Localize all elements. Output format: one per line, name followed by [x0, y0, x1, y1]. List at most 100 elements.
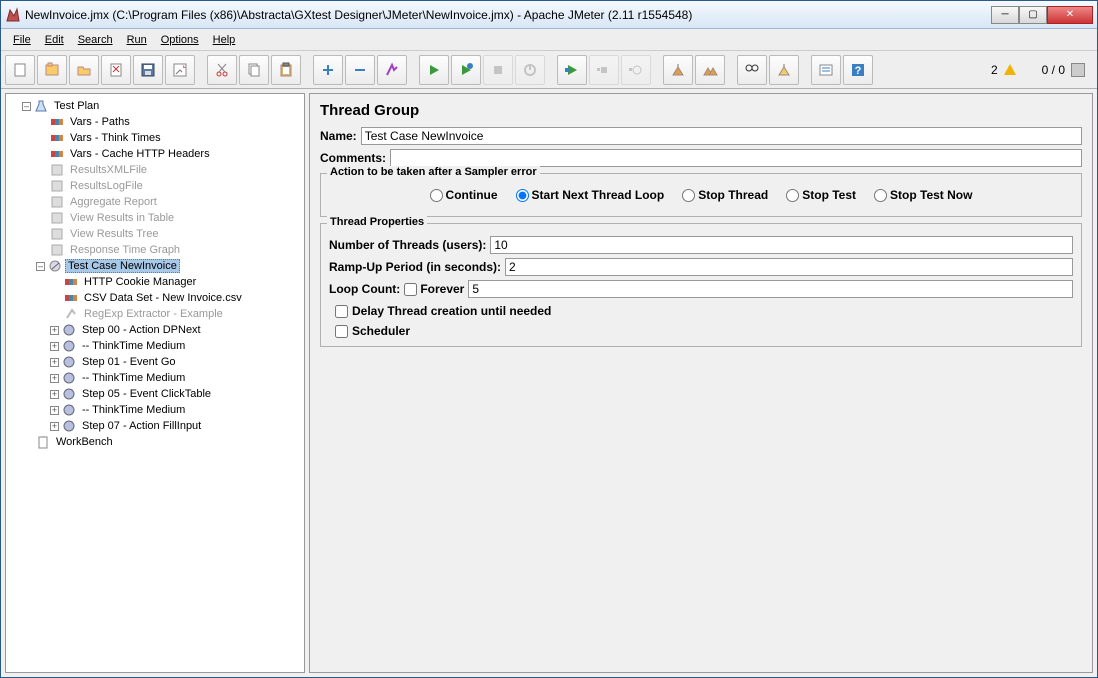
- flask-icon: [34, 99, 48, 113]
- toggle-button[interactable]: [377, 55, 407, 85]
- panel-heading: Thread Group: [320, 102, 1082, 119]
- expand-icon[interactable]: +: [50, 422, 59, 431]
- menu-run[interactable]: Run: [121, 32, 153, 48]
- config-icon: [64, 275, 78, 289]
- expand-icon[interactable]: +: [50, 374, 59, 383]
- tree-node-workbench[interactable]: WorkBench: [22, 434, 302, 450]
- expand-icon[interactable]: +: [50, 358, 59, 367]
- expand-icon[interactable]: +: [50, 390, 59, 399]
- forever-checkbox[interactable]: Forever: [404, 282, 464, 296]
- tree-node-responsegraph[interactable]: Response Time Graph: [36, 242, 302, 258]
- start-no-pauses-button[interactable]: [451, 55, 481, 85]
- reset-search-button[interactable]: [769, 55, 799, 85]
- open-button[interactable]: [69, 55, 99, 85]
- clear-button[interactable]: [663, 55, 693, 85]
- tree-pane[interactable]: – Test Plan Vars - Paths Vars - Think Ti…: [5, 93, 305, 673]
- error-radio-row: Continue Start Next Thread Loop Stop Thr…: [329, 182, 1073, 208]
- tree-node-csv[interactable]: CSV Data Set - New Invoice.csv: [50, 290, 302, 306]
- vars-icon: [50, 147, 64, 161]
- warning-icon: [1004, 64, 1016, 75]
- delay-row[interactable]: Delay Thread creation until needed: [335, 304, 1073, 318]
- save-button[interactable]: [133, 55, 163, 85]
- menu-file[interactable]: File: [7, 32, 37, 48]
- copy-button[interactable]: [239, 55, 269, 85]
- listener-icon: [50, 227, 64, 241]
- radio-stop-test[interactable]: Stop Test: [786, 188, 856, 202]
- test-plan-tree: – Test Plan Vars - Paths Vars - Think Ti…: [8, 98, 302, 450]
- tree-node-regexp[interactable]: RegExp Extractor - Example: [50, 306, 302, 322]
- delay-label: Delay Thread creation until needed: [352, 304, 551, 318]
- threads-input[interactable]: [490, 236, 1073, 254]
- tree-node-step05[interactable]: +Step 05 - Event ClickTable: [50, 386, 302, 402]
- search-button[interactable]: [737, 55, 767, 85]
- run-ratio: 0 / 0: [1042, 63, 1065, 77]
- expand-icon[interactable]: +: [50, 326, 59, 335]
- tree-node-step01[interactable]: +Step 01 - Event Go: [50, 354, 302, 370]
- menu-edit[interactable]: Edit: [39, 32, 70, 48]
- collapse-icon[interactable]: –: [36, 262, 45, 271]
- templates-button[interactable]: [37, 55, 67, 85]
- clear-all-button[interactable]: [695, 55, 725, 85]
- new-button[interactable]: [5, 55, 35, 85]
- tree-node-viewtree[interactable]: View Results Tree: [36, 226, 302, 242]
- radio-continue[interactable]: Continue: [430, 188, 498, 202]
- tree-node-resultsxml[interactable]: ResultsXMLFile: [36, 162, 302, 178]
- tree-node-think3[interactable]: + -- ThinkTime Medium: [50, 402, 302, 418]
- tree-node-think2[interactable]: + -- ThinkTime Medium: [50, 370, 302, 386]
- threads-label: Number of Threads (users):: [329, 238, 486, 252]
- tree-node-aggregate[interactable]: Aggregate Report: [36, 194, 302, 210]
- minimize-button[interactable]: ─: [991, 6, 1019, 24]
- content-area: – Test Plan Vars - Paths Vars - Think Ti…: [1, 89, 1097, 677]
- tree-node-think1[interactable]: + -- ThinkTime Medium: [50, 338, 302, 354]
- loop-input[interactable]: [468, 280, 1073, 298]
- shutdown-button: [515, 55, 545, 85]
- collapse-button[interactable]: [345, 55, 375, 85]
- tree-node-step00[interactable]: +Step 00 - Action DPNext: [50, 322, 302, 338]
- rampup-input[interactable]: [505, 258, 1073, 276]
- remote-shutdown-button: [621, 55, 651, 85]
- close-button[interactable]: ✕: [1047, 6, 1093, 24]
- scheduler-checkbox[interactable]: [335, 325, 348, 338]
- listener-icon: [50, 163, 64, 177]
- tree-node-vars-paths[interactable]: Vars - Paths: [36, 114, 302, 130]
- menubar: File Edit Search Run Options Help: [1, 29, 1097, 51]
- tree-node-cookie[interactable]: HTTP Cookie Manager: [50, 274, 302, 290]
- menu-search[interactable]: Search: [72, 32, 119, 48]
- paste-button[interactable]: [271, 55, 301, 85]
- radio-stop-test-now[interactable]: Stop Test Now: [874, 188, 972, 202]
- thread-properties-fieldset: Thread Properties Number of Threads (use…: [320, 223, 1082, 347]
- save-as-button[interactable]: [165, 55, 195, 85]
- expand-icon[interactable]: +: [50, 342, 59, 351]
- menu-options[interactable]: Options: [155, 32, 205, 48]
- expand-button[interactable]: [313, 55, 343, 85]
- remote-start-button[interactable]: [557, 55, 587, 85]
- tree-node-viewtable[interactable]: View Results in Table: [36, 210, 302, 226]
- tree-node-step07[interactable]: +Step 07 - Action FillInput: [50, 418, 302, 434]
- maximize-button[interactable]: ▢: [1019, 6, 1047, 24]
- tree-node-vars-cache[interactable]: Vars - Cache HTTP Headers: [36, 146, 302, 162]
- name-input[interactable]: [361, 127, 1082, 145]
- tree-node-vars-think[interactable]: Vars - Think Times: [36, 130, 302, 146]
- close-test-button[interactable]: [101, 55, 131, 85]
- delay-checkbox[interactable]: [335, 305, 348, 318]
- tree-node-thread-group[interactable]: –Test Case NewInvoice: [36, 258, 302, 274]
- vars-icon: [50, 131, 64, 145]
- props-legend: Thread Properties: [327, 216, 427, 228]
- tree-node-resultslog[interactable]: ResultsLogFile: [36, 178, 302, 194]
- name-label: Name:: [320, 129, 357, 143]
- function-helper-button[interactable]: [811, 55, 841, 85]
- expand-icon[interactable]: +: [50, 406, 59, 415]
- help-button[interactable]: ?: [843, 55, 873, 85]
- start-button[interactable]: [419, 55, 449, 85]
- comments-input[interactable]: [390, 149, 1082, 167]
- radio-start-next[interactable]: Start Next Thread Loop: [516, 188, 665, 202]
- listener-icon: [50, 211, 64, 225]
- tree-node-test-plan[interactable]: – Test Plan: [22, 98, 302, 114]
- cut-button[interactable]: [207, 55, 237, 85]
- radio-stop-thread[interactable]: Stop Thread: [682, 188, 768, 202]
- menu-help[interactable]: Help: [207, 32, 242, 48]
- scheduler-row[interactable]: Scheduler: [335, 324, 1073, 338]
- scheduler-label: Scheduler: [352, 324, 410, 338]
- loop-label: Loop Count:: [329, 282, 400, 296]
- collapse-icon[interactable]: –: [22, 102, 31, 111]
